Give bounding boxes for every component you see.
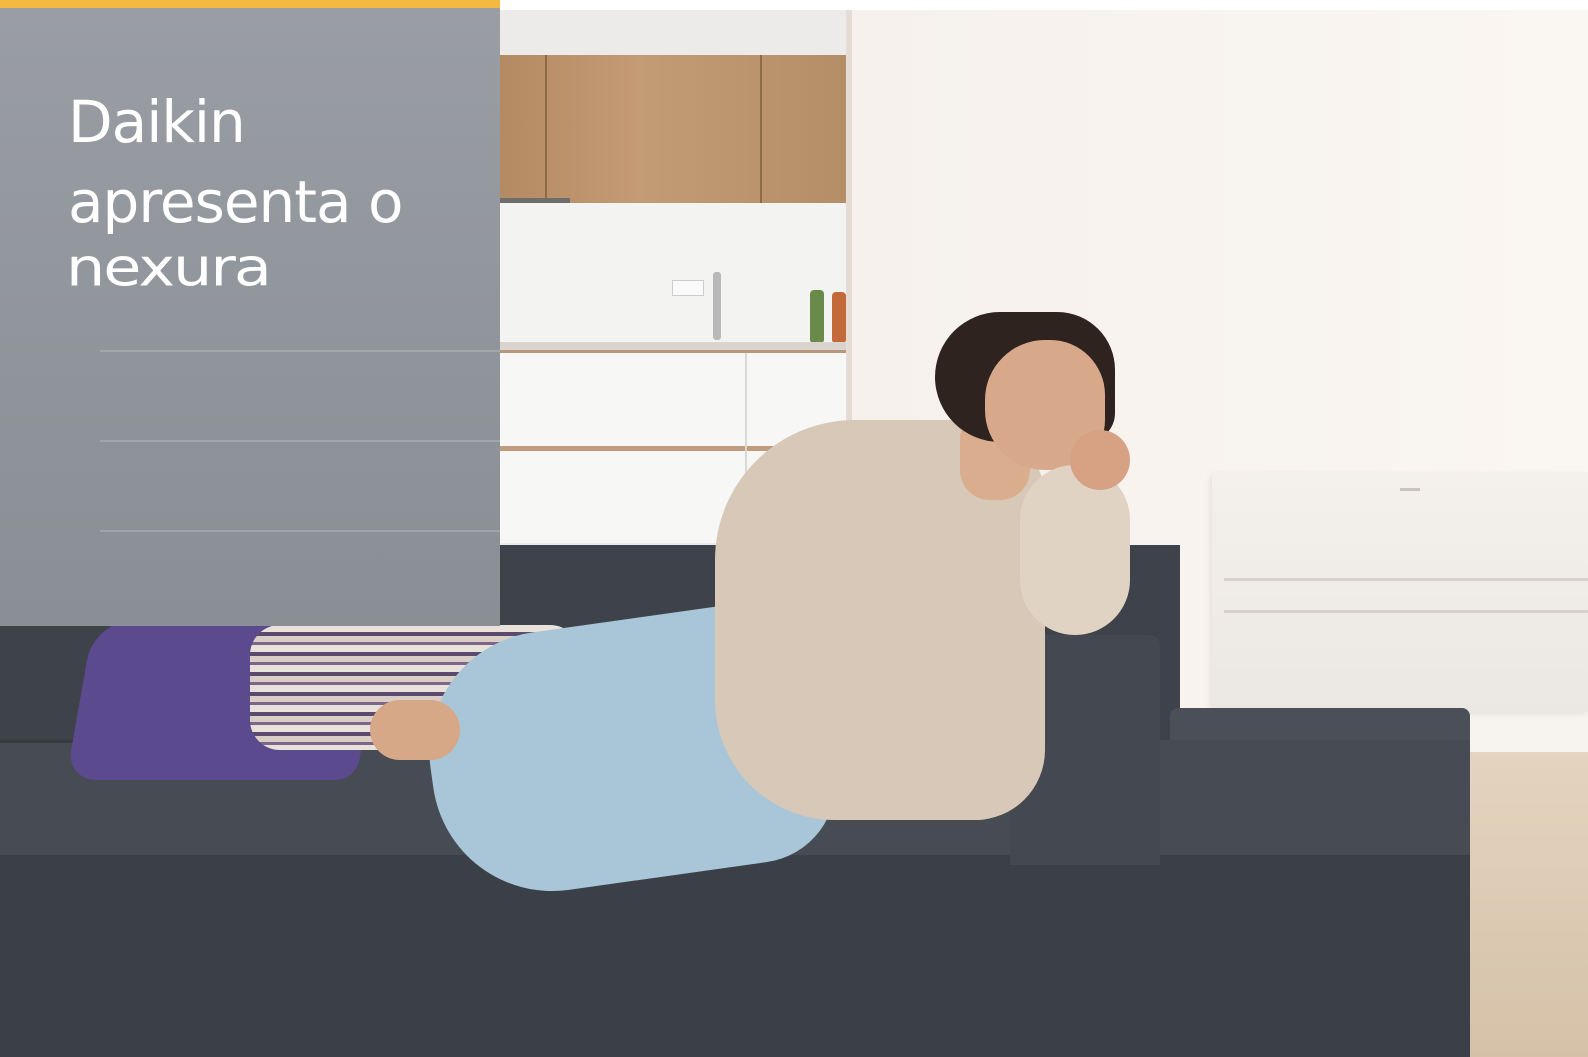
upper-cabinets — [500, 55, 848, 203]
headline: Daikin apresenta o — [68, 82, 403, 242]
woman-arm — [1020, 465, 1130, 635]
countertop — [500, 342, 848, 350]
cabinet-seam — [760, 55, 762, 203]
ac-unit-line — [1224, 610, 1588, 613]
faucet — [713, 272, 721, 340]
bottle — [832, 292, 846, 342]
panel-ghost-line — [100, 440, 500, 442]
backsplash — [500, 203, 848, 345]
woman-feet — [370, 700, 460, 760]
wall-outlet — [672, 280, 704, 296]
cabinet-seam — [545, 55, 547, 203]
accent-bar — [0, 0, 500, 8]
ac-unit-logo — [1400, 488, 1420, 491]
headline-line-1: Daikin — [68, 88, 246, 156]
product-name: nexura — [66, 236, 272, 299]
ac-unit-line — [1224, 578, 1588, 581]
nexura-ac-unit — [1212, 472, 1588, 712]
panel-ghost-line — [100, 530, 500, 532]
bottle — [810, 290, 824, 342]
sofa-front — [0, 855, 1470, 1057]
headline-line-2: apresenta o — [68, 168, 403, 236]
woman-hand — [1070, 430, 1130, 490]
panel-ghost-line — [100, 350, 500, 352]
hero-slide: Daikin apresenta o nexura — [0, 0, 1588, 1057]
